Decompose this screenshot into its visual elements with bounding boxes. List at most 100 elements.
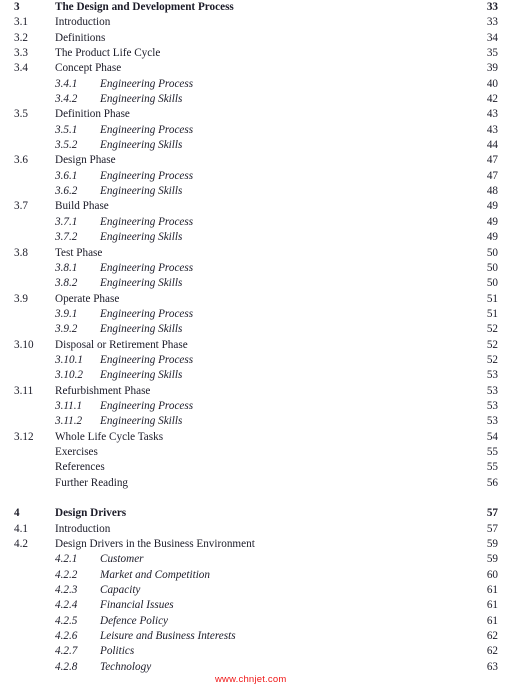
toc-entry-number: 4.2.6 (55, 630, 78, 643)
toc-entry-title[interactable]: Market and Competition (100, 568, 210, 583)
toc-entry-title[interactable]: Concept Phase (55, 61, 121, 76)
toc-entry[interactable]: 3.11 Refurbishment Phase 53 (0, 384, 506, 399)
toc-entry-title[interactable]: Engineering Skills (100, 322, 182, 337)
toc-entry[interactable]: 3 The Design and Development Process 33 (0, 0, 506, 15)
toc-entry[interactable]: 3.10.2 Engineering Skills 53 (0, 368, 506, 383)
toc-entry-title[interactable]: Build Phase (55, 199, 109, 214)
toc-entry-title[interactable]: Design Drivers (55, 506, 126, 521)
toc-entry-title[interactable]: Exercises (55, 445, 98, 460)
toc-entry[interactable]: 3.7.2 Engineering Skills 49 (0, 230, 506, 245)
toc-entry[interactable]: 3.11.2 Engineering Skills 53 (0, 414, 506, 429)
toc-entry-title[interactable]: Engineering Skills (100, 92, 182, 107)
toc-entry-title[interactable]: Engineering Skills (100, 138, 182, 153)
toc-entry[interactable]: 3.9.2 Engineering Skills 52 (0, 322, 506, 337)
toc-entry-title[interactable]: Customer (100, 552, 144, 567)
toc-entry-title[interactable]: Engineering Skills (100, 414, 182, 429)
toc-entry-number: 3 (14, 1, 20, 13)
toc-entry-page-number: 62 (486, 630, 498, 643)
toc-entry-title[interactable]: Definition Phase (55, 107, 130, 122)
toc-entry[interactable]: 3.4.2 Engineering Skills 42 (0, 92, 506, 107)
toc-entry-title[interactable]: Engineering Process (100, 261, 193, 276)
toc-entry[interactable]: 3.5.1 Engineering Process 43 (0, 123, 506, 138)
toc-entry[interactable]: 3.10.1 Engineering Process 52 (0, 353, 506, 368)
toc-entry-number: 3.8.1 (55, 261, 78, 274)
toc-entry[interactable]: 3.5 Definition Phase 43 (0, 107, 506, 122)
toc-entry-title[interactable]: Capacity (100, 583, 140, 598)
toc-entry-number: 3.9.2 (55, 323, 78, 336)
toc-entry[interactable]: 4.2.2 Market and Competition 60 (0, 568, 506, 583)
toc-entry-title[interactable]: Engineering Skills (100, 368, 182, 383)
toc-entry-title[interactable]: Financial Issues (100, 598, 174, 613)
toc-entry-title[interactable]: Engineering Process (100, 169, 193, 184)
toc-entry-number: 3.12 (14, 430, 34, 443)
toc-entry-title[interactable]: Engineering Skills (100, 184, 182, 199)
toc-entry[interactable]: 4.2.7 Politics 62 (0, 644, 506, 659)
toc-entry[interactable]: 4.2 Design Drivers in the Business Enviro… (0, 537, 506, 552)
toc-entry[interactable]: 3.9 Operate Phase 51 (0, 292, 506, 307)
toc-entry[interactable]: 4.2.8 Technology 63 (0, 660, 506, 675)
toc-entry-page-number: 57 (486, 507, 498, 520)
toc-entry[interactable]: 4.1 Introduction 57 (0, 522, 506, 537)
toc-entry[interactable]: 4.2.6 Leisure and Business Interests 62 (0, 629, 506, 644)
toc-entry-title[interactable]: Defence Policy (100, 614, 168, 629)
toc-entry[interactable]: References 55 (0, 460, 506, 475)
toc-entry[interactable]: 3.10 Disposal or Retirement Phase 52 (0, 338, 506, 353)
toc-entry[interactable]: 4 Design Drivers 57 (0, 506, 506, 521)
toc-entry-title[interactable]: Engineering Skills (100, 230, 182, 245)
toc-entry-title[interactable]: Politics (100, 644, 134, 659)
toc-entry-title[interactable]: Leisure and Business Interests (100, 629, 236, 644)
toc-entry[interactable]: 3.2 Definitions 34 (0, 31, 506, 46)
toc-entry[interactable]: 4.2.3 Capacity 61 (0, 583, 506, 598)
toc-entry[interactable]: Exercises 55 (0, 445, 506, 460)
toc-entry[interactable]: 3.5.2 Engineering Skills 44 (0, 138, 506, 153)
toc-entry[interactable]: 4.2.4 Financial Issues 61 (0, 598, 506, 613)
toc-entry-title[interactable]: Engineering Process (100, 307, 193, 322)
toc-entry-page-number: 50 (486, 277, 498, 290)
toc-entry-page-number: 33 (486, 1, 498, 13)
toc-entry[interactable]: 3.8.1 Engineering Process 50 (0, 261, 506, 276)
toc-entry[interactable]: 3.7 Build Phase 49 (0, 199, 506, 214)
toc-entry-number: 3.8.2 (55, 277, 78, 290)
toc-entry-number: 3.5.1 (55, 123, 78, 136)
toc-entry-title[interactable]: Engineering Process (100, 399, 193, 414)
toc-entry-title[interactable]: Refurbishment Phase (55, 384, 150, 399)
toc-entry-title[interactable]: Engineering Process (100, 215, 193, 230)
toc-entry[interactable]: 3.1 Introduction 33 (0, 15, 506, 30)
toc-entry[interactable]: 3.6 Design Phase 47 (0, 153, 506, 168)
toc-entry[interactable]: 4.2.5 Defence Policy 61 (0, 614, 506, 629)
toc-entry-title[interactable]: Engineering Process (100, 123, 193, 138)
toc-entry[interactable]: 3.12 Whole Life Cycle Tasks 54 (0, 430, 506, 445)
toc-entry[interactable]: 3.8 Test Phase 50 (0, 246, 506, 261)
toc-entry-title[interactable]: Whole Life Cycle Tasks (55, 430, 163, 445)
toc-entry-page-number: 51 (486, 292, 498, 305)
toc-entry[interactable]: 3.11.1 Engineering Process 53 (0, 399, 506, 414)
toc-entry-title[interactable]: Engineering Process (100, 353, 193, 368)
toc-entry-title[interactable]: Test Phase (55, 246, 102, 261)
toc-entry[interactable]: 3.7.1 Engineering Process 49 (0, 215, 506, 230)
toc-entry-title[interactable]: Engineering Process (100, 77, 193, 92)
toc-entry[interactable]: 3.4 Concept Phase 39 (0, 61, 506, 76)
toc-entry-title[interactable]: Introduction (55, 15, 110, 30)
toc-entry[interactable]: 3.3 The Product Life Cycle 35 (0, 46, 506, 61)
toc-entry-title[interactable]: Design Drivers in the Business Environme… (55, 537, 255, 552)
toc-entry[interactable]: Further Reading 56 (0, 476, 506, 491)
toc-entry-title[interactable]: Further Reading (55, 476, 128, 491)
toc-entry-title[interactable]: References (55, 460, 105, 475)
toc-entry-title[interactable]: The Product Life Cycle (55, 46, 160, 61)
toc-entry-title[interactable]: Engineering Skills (100, 276, 182, 291)
toc-entry[interactable]: 4.2.1 Customer 59 (0, 552, 506, 567)
toc-entry[interactable]: 3.6.1 Engineering Process 47 (0, 169, 506, 184)
toc-entry-title[interactable]: Design Phase (55, 153, 116, 168)
toc-entry[interactable]: 3.8.2 Engineering Skills 50 (0, 276, 506, 291)
toc-entry-title[interactable]: Disposal or Retirement Phase (55, 338, 188, 353)
toc-entry-title[interactable]: Technology (100, 660, 151, 675)
toc-entry[interactable]: 3.9.1 Engineering Process 51 (0, 307, 506, 322)
toc-entry[interactable]: 3.4.1 Engineering Process 40 (0, 77, 506, 92)
toc-entry-number: 3.11.1 (55, 399, 83, 412)
toc-entry-title[interactable]: Operate Phase (55, 292, 119, 307)
toc-entry-page-number: 49 (486, 231, 498, 244)
toc-entry-title[interactable]: The Design and Development Process (55, 0, 234, 15)
toc-entry-title[interactable]: Definitions (55, 31, 105, 46)
toc-entry[interactable]: 3.6.2 Engineering Skills 48 (0, 184, 506, 199)
toc-entry-title[interactable]: Introduction (55, 522, 110, 537)
